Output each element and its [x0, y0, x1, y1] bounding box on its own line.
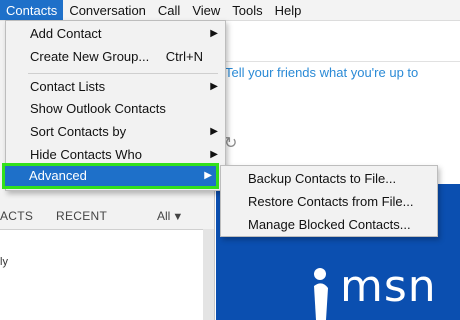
divider — [216, 61, 460, 62]
contacts-tabs: ACTS RECENT All ▼ — [0, 207, 214, 229]
chevron-right-icon: ▶ — [210, 81, 218, 92]
msn-logo-text: msn — [340, 261, 437, 312]
tab-contacts[interactable]: ACTS — [0, 209, 33, 223]
chevron-right-icon: ▶ — [204, 170, 212, 181]
menu-item-label: Advanced — [29, 168, 87, 183]
menu-call[interactable]: Call — [152, 0, 186, 20]
menu-item-show-outlook-contacts[interactable]: Show Outlook Contacts — [6, 98, 225, 120]
status-message-input[interactable]: Tell your friends what you're up to — [225, 65, 418, 80]
chevron-down-icon: ▼ — [172, 211, 184, 223]
menu-bar: Contacts Conversation Call View Tools He… — [0, 0, 460, 21]
chevron-right-icon: ▶ — [210, 126, 218, 137]
menu-separator — [28, 73, 218, 74]
msn-butterfly-icon — [314, 268, 328, 320]
menu-item-sort-contacts[interactable]: Sort Contacts by ▶ — [6, 121, 225, 143]
list-item[interactable]: ly — [0, 256, 8, 268]
submenu-item-restore-contacts[interactable]: Restore Contacts from File... — [221, 190, 437, 213]
menu-item-label: Create New Group... — [30, 49, 150, 64]
menu-view[interactable]: View — [186, 0, 226, 20]
advanced-submenu: Backup Contacts to File... Restore Conta… — [220, 165, 438, 237]
menu-conversation[interactable]: Conversation — [63, 0, 152, 20]
menu-item-label: Hide Contacts Who — [30, 147, 142, 162]
menu-item-label: Add Contact — [30, 26, 102, 41]
menu-tools[interactable]: Tools — [226, 0, 268, 20]
tab-recent[interactable]: RECENT — [56, 209, 107, 223]
refresh-icon[interactable]: ↻ — [224, 133, 237, 153]
chevron-right-icon: ▶ — [210, 28, 218, 39]
menu-help[interactable]: Help — [269, 0, 308, 20]
menu-contacts[interactable]: Contacts — [0, 0, 64, 20]
scrollbar[interactable] — [203, 229, 214, 320]
menu-item-create-group[interactable]: Create New Group... Ctrl+N — [6, 46, 225, 68]
submenu-item-backup-contacts[interactable]: Backup Contacts to File... — [221, 167, 437, 190]
menu-item-label: Show Outlook Contacts — [30, 101, 166, 116]
menu-item-label: Sort Contacts by — [30, 124, 127, 139]
menu-item-label: Contact Lists — [30, 79, 106, 94]
menu-item-advanced[interactable]: Advanced ▶ — [5, 166, 216, 186]
menu-item-add-contact[interactable]: Add Contact ▶ — [6, 23, 225, 45]
submenu-item-manage-blocked[interactable]: Manage Blocked Contacts... — [221, 213, 437, 236]
menu-item-shortcut: Ctrl+N — [165, 49, 203, 64]
menu-item-contact-lists[interactable]: Contact Lists ▶ — [6, 76, 225, 98]
filter-label: All — [157, 209, 171, 223]
filter-dropdown[interactable]: All ▼ — [157, 209, 183, 223]
contact-list: ly — [0, 229, 203, 320]
